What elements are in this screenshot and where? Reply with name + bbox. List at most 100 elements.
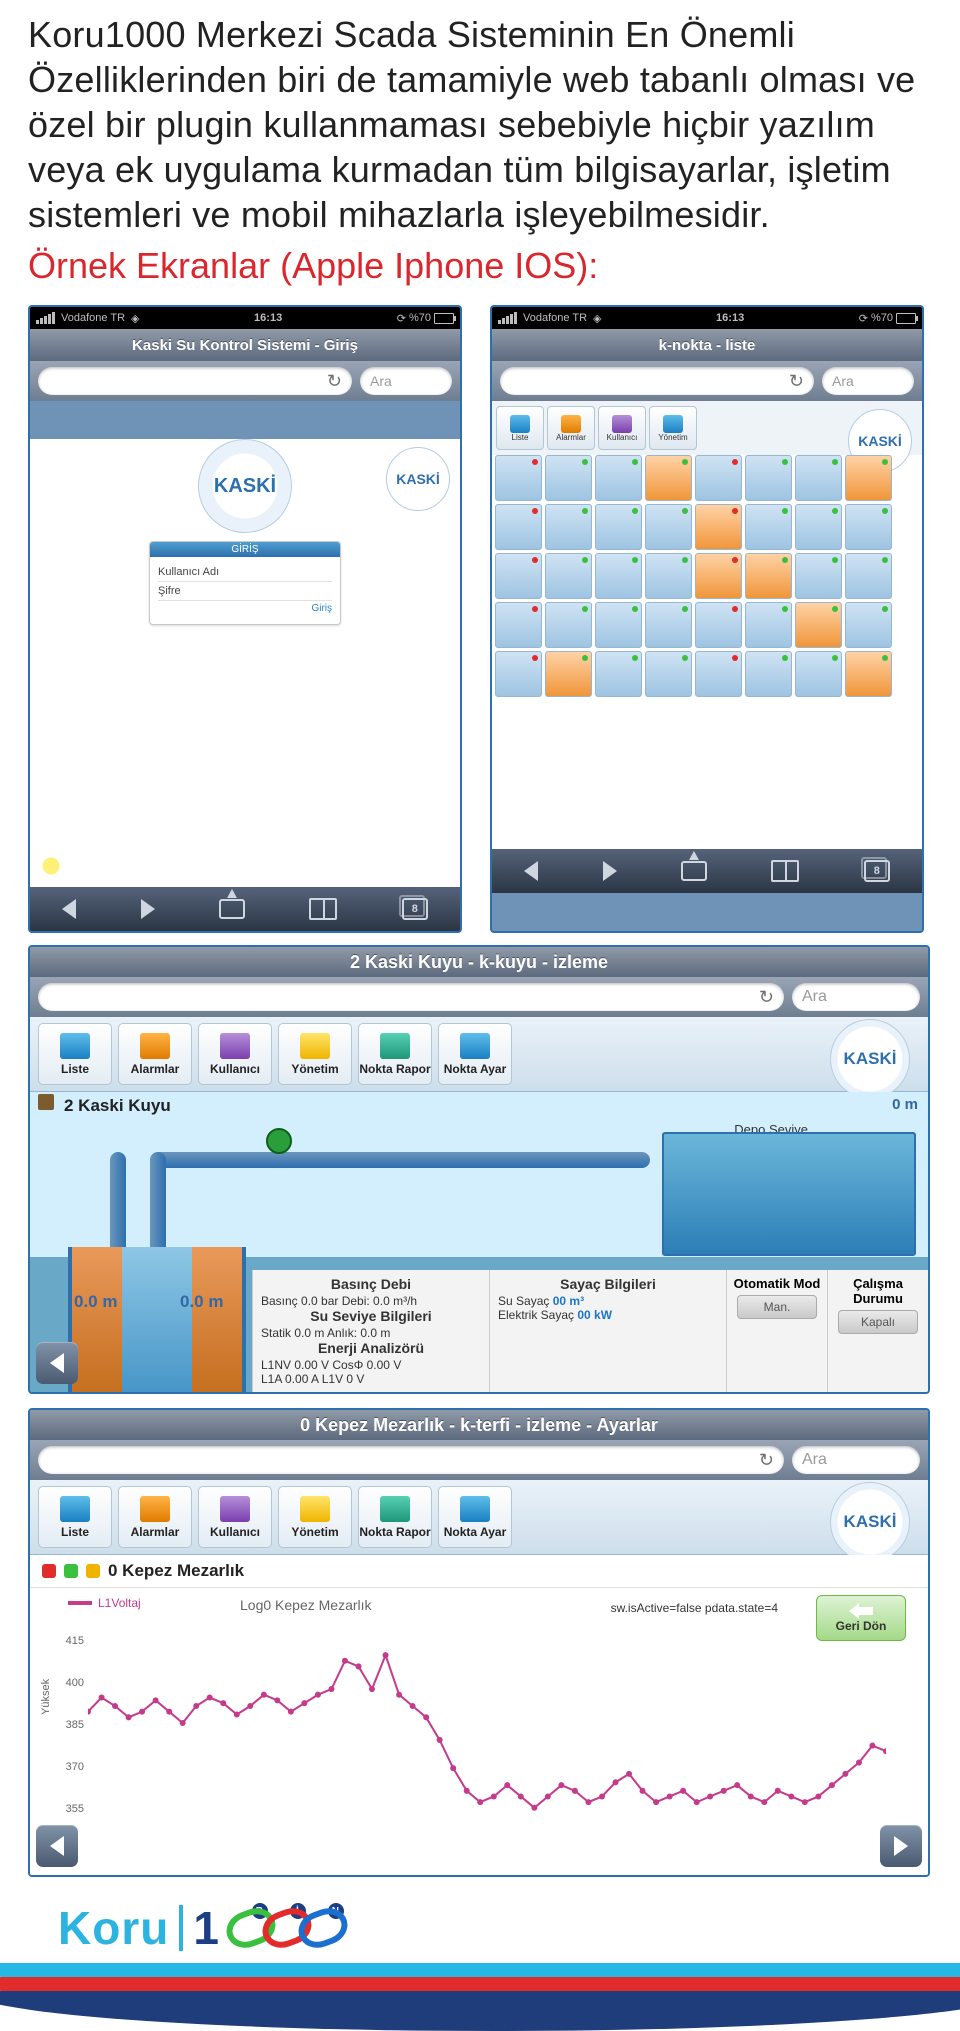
station-tile[interactable] [695,651,742,697]
toolbar-nokta-rapor[interactable]: Nokta Rapor [358,1486,432,1548]
station-tile[interactable] [645,553,692,599]
url-field[interactable]: ↻ [38,983,784,1011]
station-tile[interactable] [545,504,592,550]
mode-man-button[interactable]: Man. [737,1295,817,1319]
url-field[interactable]: ↻ [500,367,814,395]
toolbar-liste[interactable]: Liste [496,406,544,450]
url-field[interactable]: ↻ [38,367,352,395]
station-tile[interactable] [845,553,892,599]
pages-icon[interactable]: 8 [864,860,890,882]
station-tile[interactable] [545,602,592,648]
run-kapali-button[interactable]: Kapalı [838,1310,918,1334]
back-icon[interactable] [62,899,76,919]
station-tile[interactable] [595,455,642,501]
nav-prev[interactable] [36,1825,78,1867]
station-tile[interactable] [645,455,692,501]
toolbar-liste[interactable]: Liste [38,1023,112,1085]
toolbar-alarmlar[interactable]: Alarmlar [118,1023,192,1085]
status-red-icon [42,1564,56,1578]
station-tile[interactable] [795,553,842,599]
card-sayac: Sayaç Bilgileri Su Sayaç 00 m³ Elektrik … [489,1270,726,1392]
station-tile[interactable] [745,455,792,501]
station-tile[interactable] [495,602,542,648]
signal-icon [498,312,517,324]
forward-icon[interactable] [603,861,617,881]
station-tile[interactable] [745,602,792,648]
station-tile[interactable] [795,602,842,648]
station-tile[interactable] [795,651,842,697]
toolbar-yonetim[interactable]: Yönetim [278,1486,352,1548]
forward-icon[interactable] [141,899,155,919]
search-field[interactable]: Ara [792,983,920,1011]
station-tile[interactable] [495,504,542,550]
station-tile[interactable] [645,504,692,550]
toolbar-nokta-ayar[interactable]: Nokta Ayar [438,1023,512,1085]
station-tile[interactable] [545,651,592,697]
toolbar-kullanici[interactable]: Kullanıcı [198,1486,272,1548]
status-amber-icon [86,1564,100,1578]
station-tile[interactable] [845,651,892,697]
station-tile[interactable] [695,455,742,501]
toolbar-yonetim[interactable]: Yönetim [278,1023,352,1085]
search-field[interactable]: Ara [822,367,914,395]
station-tile[interactable] [745,553,792,599]
nav-prev[interactable] [36,1342,78,1384]
toolbar-alarmlar[interactable]: Alarmlar [547,406,595,450]
station-tile[interactable] [795,504,842,550]
station-tile[interactable] [545,455,592,501]
bookmarks-icon[interactable] [771,860,799,882]
station-tile[interactable] [595,553,642,599]
well [68,1247,246,1392]
toolbar-nokta-ayar[interactable]: Nokta Ayar [438,1486,512,1548]
share-icon[interactable] [219,899,245,919]
toolbar-nokta-rapor[interactable]: Nokta Rapor [358,1023,432,1085]
search-field[interactable]: Ara [792,1446,920,1474]
username-field[interactable]: Kullanıcı Adı [158,563,332,582]
station-tile[interactable] [495,553,542,599]
station-tile[interactable] [595,602,642,648]
station-tile[interactable] [745,504,792,550]
reading-2: 0.0 m [180,1292,223,1312]
izleme-toolbar: Liste Alarmlar Kullanıcı Yönetim Nokta R… [30,1017,928,1092]
search-field[interactable]: Ara [360,367,452,395]
share-icon[interactable] [681,861,707,881]
page-title: Kaski Su Kontrol Sistemi - Giriş [30,329,460,361]
password-field[interactable]: Şifre [158,582,332,601]
station-tile[interactable] [645,602,692,648]
station-name: 2 Kaski Kuyu [64,1096,171,1116]
nav-next[interactable] [880,1825,922,1867]
station-grid [492,455,922,697]
url-field[interactable]: ↻ [38,1446,784,1474]
station-tile[interactable] [645,651,692,697]
station-tile[interactable] [695,553,742,599]
login-button[interactable]: Giriş [158,601,332,614]
bookmarks-icon[interactable] [309,898,337,920]
station-tile[interactable] [845,504,892,550]
station-tile[interactable] [845,602,892,648]
pages-icon[interactable]: 8 [402,898,428,920]
toolbar-liste[interactable]: Liste [38,1486,112,1548]
station-tile[interactable] [495,455,542,501]
toolbar-alarmlar[interactable]: Alarmlar [118,1486,192,1548]
station-tile[interactable] [695,602,742,648]
station-tile[interactable] [495,651,542,697]
intro-text: Koru1000 Merkezi Scada Sisteminin En Öne… [28,12,932,237]
statusbar: Vodafone TR ◈ 16:13 ⟳%70 [30,307,460,329]
station-tile[interactable] [545,553,592,599]
station-tile[interactable] [795,455,842,501]
toolbar-yonetim[interactable]: Yönetim [649,406,697,450]
back-button[interactable]: Geri Dön [816,1595,906,1641]
status-note: sw.isActive=false pdata.state=4 [611,1601,778,1615]
section-subheading: Örnek Ekranlar (Apple Iphone IOS): [28,245,932,287]
reading-1: 0.0 m [74,1292,117,1312]
station-tile[interactable] [695,504,742,550]
kaski-logo-small: KASKİ [386,447,450,511]
station-tile[interactable] [845,455,892,501]
back-icon[interactable] [524,861,538,881]
toolbar-kullanici[interactable]: Kullanıcı [598,406,646,450]
station-tile[interactable] [595,504,642,550]
toolbar-kullanici[interactable]: Kullanıcı [198,1023,272,1085]
sun-icon [38,853,64,879]
station-tile[interactable] [745,651,792,697]
station-tile[interactable] [595,651,642,697]
